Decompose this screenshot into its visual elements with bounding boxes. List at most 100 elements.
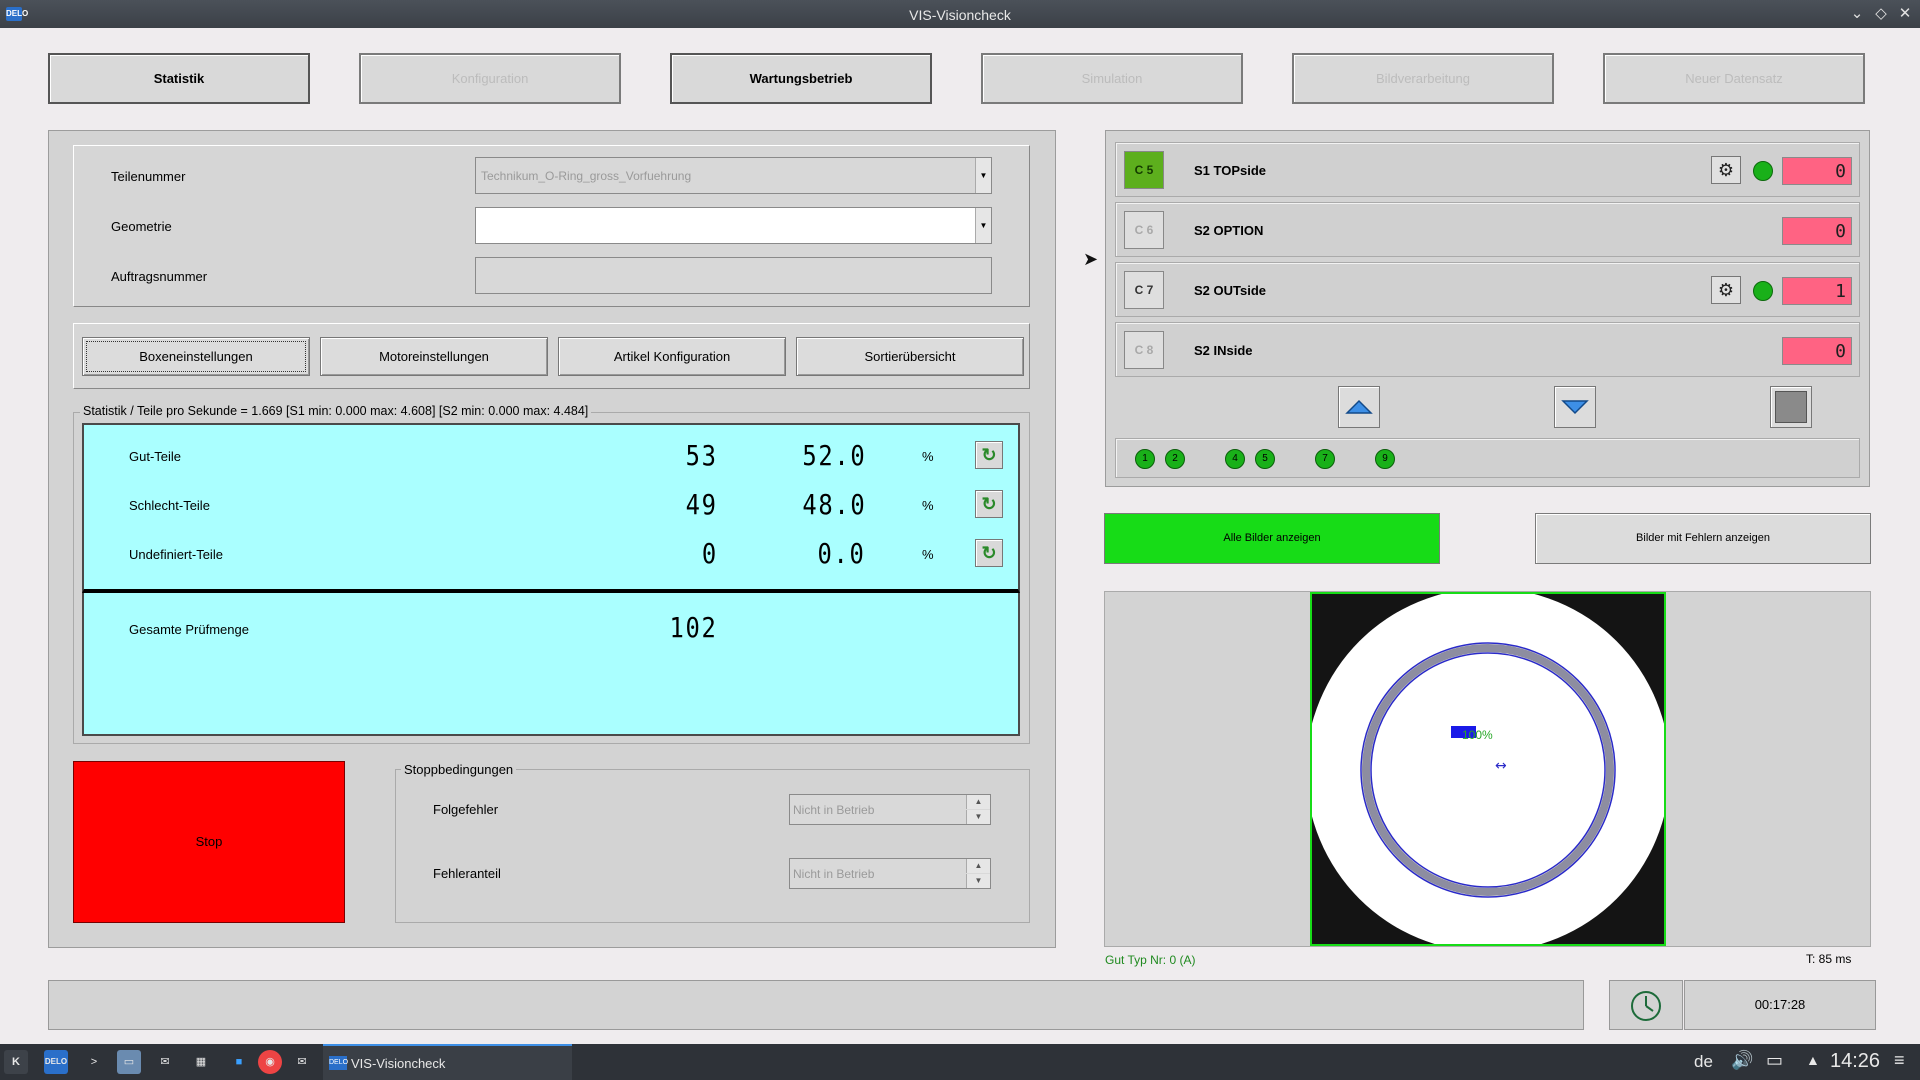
taskbar: K DELO > ▭ ✉ ▦ ■ ◉ ✉ DELO VIS-Visionchec… <box>0 1044 1920 1080</box>
auftragsnummer-field[interactable] <box>475 257 992 294</box>
indicator-dot-2: 2 <box>1165 449 1185 469</box>
mail-icon[interactable]: ✉ <box>153 1050 177 1074</box>
monitor-icon[interactable]: ▭ <box>117 1050 141 1074</box>
wartungsbetrieb-button[interactable]: Wartungsbetrieb <box>670 53 932 104</box>
konfiguration-button[interactable]: Konfiguration <box>359 53 621 104</box>
neuer-datensatz-button[interactable]: Neuer Datensatz <box>1603 53 1865 104</box>
chevron-down-icon[interactable]: ▼ <box>975 158 991 193</box>
close-icon[interactable]: ✕ <box>1896 5 1914 23</box>
geometrie-select[interactable]: ▼ <box>475 207 992 244</box>
motoreinstellungen-button[interactable]: Motoreinstellungen <box>320 337 548 376</box>
statistics-header: Statistik / Teile pro Sekunde = 1.669 [S… <box>80 404 592 418</box>
camera-c7-counter-value: 1 <box>1835 281 1846 302</box>
gut-teile-unit: % <box>922 449 934 464</box>
camera-c7-counter: 1 <box>1782 277 1852 305</box>
status-dot <box>1753 281 1773 301</box>
timer-icon-box <box>1609 980 1683 1030</box>
scroll-up-button[interactable] <box>1338 386 1380 428</box>
camera-c6-counter-value: 0 <box>1835 221 1846 242</box>
teilenummer-select[interactable]: Technikum_O-Ring_gross_Vorfuehrung ▼ <box>475 157 992 194</box>
teilenummer-label: Teilenummer <box>111 169 186 184</box>
fehler-bilder-button[interactable]: Bilder mit Fehlern anzeigen <box>1535 513 1871 564</box>
taskbar-task-vis[interactable]: DELO VIS-Visioncheck <box>323 1044 572 1080</box>
kde-menu-icon[interactable]: K <box>4 1050 28 1074</box>
stop-button[interactable]: Stop <box>73 761 345 923</box>
camera-c5-button[interactable]: C 5 <box>1124 151 1164 189</box>
schlecht-teile-label: Schlecht-Teile <box>129 498 210 513</box>
camera-row-c5: C 5 S1 TOPside ⚙ 0 <box>1115 142 1860 197</box>
tray-expand-icon[interactable]: ▲ <box>1806 1052 1820 1068</box>
camera-c8-counter-value: 0 <box>1835 341 1846 362</box>
artikel-konfiguration-button[interactable]: Artikel Konfiguration <box>558 337 786 376</box>
square-icon <box>1775 391 1807 423</box>
indicator-dot-5: 5 <box>1255 449 1275 469</box>
bildverarbeitung-button[interactable]: Bildverarbeitung <box>1292 53 1554 104</box>
schlecht-teile-unit: % <box>922 498 934 513</box>
chevron-down-icon[interactable]: ▼ <box>975 208 991 243</box>
geometrie-label: Geometrie <box>111 219 172 234</box>
menu-lines-icon[interactable]: ≡ <box>1894 1050 1905 1071</box>
camera-c5-counter-value: 0 <box>1835 161 1846 182</box>
undefiniert-teile-unit: % <box>922 547 934 562</box>
fehleranteil-spinbox[interactable]: Nicht in Betrieb ▲ ▼ <box>789 858 991 889</box>
folgefehler-spinbox[interactable]: Nicht in Betrieb ▲ ▼ <box>789 794 991 825</box>
reset-schlecht-refresh-icon[interactable]: ↻ <box>975 490 1003 518</box>
undefiniert-teile-percent: 0.0 <box>817 537 866 570</box>
spin-down-icon[interactable]: ▼ <box>966 810 990 824</box>
gesamte-pruefmenge-label: Gesamte Prüfmenge <box>129 622 249 637</box>
camera-c8-counter: 0 <box>1782 337 1852 365</box>
boxeneinstellungen-button[interactable]: Boxeneinstellungen <box>82 337 310 376</box>
window-title: VIS-Visioncheck <box>909 7 1011 23</box>
indicator-dot-7: 7 <box>1315 449 1335 469</box>
spin-down-icon[interactable]: ▼ <box>966 874 990 888</box>
gray-square-button[interactable] <box>1770 386 1812 428</box>
mail-client-icon[interactable]: ✉ <box>290 1050 314 1074</box>
window-titlebar: DELO VIS-Visioncheck ⌄ ◇ ✕ <box>0 0 1920 28</box>
camera-row-c7: C 7 S2 OUTside ⚙ 1 <box>1115 262 1860 317</box>
auftragsnummer-label: Auftragsnummer <box>111 269 208 284</box>
maximize-icon[interactable]: ◇ <box>1872 5 1890 23</box>
spin-up-icon[interactable]: ▲ <box>966 795 990 809</box>
gear-icon[interactable]: ⚙ <box>1711 276 1741 304</box>
statistics-counts-panel: Gut-Teile 53 52.0 % ↻ Schlecht-Teile 49 … <box>82 423 1020 593</box>
volume-icon[interactable]: 🔊 <box>1731 1050 1753 1071</box>
files-icon[interactable]: ■ <box>227 1050 251 1074</box>
calculator-icon[interactable]: ▦ <box>189 1050 213 1074</box>
camera-c6-button[interactable]: C 6 <box>1124 211 1164 249</box>
delo-app-icon[interactable]: DELO <box>44 1050 68 1074</box>
fehleranteil-value: Nicht in Betrieb <box>793 867 875 881</box>
keyboard-layout[interactable]: de <box>1694 1052 1713 1072</box>
alle-bilder-button[interactable]: Alle Bilder anzeigen <box>1104 513 1440 564</box>
minimize-icon[interactable]: ⌄ <box>1848 5 1866 23</box>
camera-row-c6: C 6 S2 OPTION 0 <box>1115 202 1860 257</box>
status-message-bar <box>48 980 1584 1030</box>
sortieruebersicht-button[interactable]: Sortierübersicht <box>796 337 1024 376</box>
teilenummer-value: Technikum_O-Ring_gross_Vorfuehrung <box>481 169 692 183</box>
camera-c7-name: S2 OUTside <box>1194 283 1267 298</box>
gear-icon[interactable]: ⚙ <box>1711 156 1741 184</box>
camera-c7-button[interactable]: C 7 <box>1124 271 1164 309</box>
reset-undefiniert-refresh-icon[interactable]: ↻ <box>975 539 1003 567</box>
o-ring-image: 100% ↔ <box>1312 594 1664 944</box>
reset-gut-refresh-icon[interactable]: ↻ <box>975 441 1003 469</box>
terminal-icon[interactable]: > <box>82 1050 106 1074</box>
camera-row-c8: C 8 S2 INside 0 <box>1115 322 1860 377</box>
article-form: Teilenummer Technikum_O-Ring_gross_Vorfu… <box>73 145 1030 307</box>
vis-app-icon: DELO <box>329 1056 348 1070</box>
simulation-button[interactable]: Simulation <box>981 53 1243 104</box>
spin-up-icon[interactable]: ▲ <box>966 859 990 873</box>
stoppbedingungen-title: Stoppbedingungen <box>401 762 517 777</box>
folgefehler-label: Folgefehler <box>433 802 499 817</box>
scroll-down-button[interactable] <box>1554 386 1596 428</box>
gesamte-pruefmenge-value: 102 <box>669 611 718 644</box>
camera-c8-button[interactable]: C 8 <box>1124 331 1164 369</box>
inspection-image: 100% ↔ <box>1310 592 1666 946</box>
undefiniert-teile-label: Undefiniert-Teile <box>129 547 223 562</box>
statistik-button[interactable]: Statistik <box>48 53 310 104</box>
browser-icon[interactable]: ◉ <box>258 1050 282 1074</box>
arrow-down-icon <box>1561 400 1589 415</box>
type-label: Gut Typ Nr: 0 (A) <box>1105 953 1196 967</box>
camera-c5-name: S1 TOPside <box>1194 163 1267 178</box>
network-icon[interactable]: ▭ <box>1766 1050 1783 1071</box>
indicator-dot-1: 1 <box>1135 449 1155 469</box>
